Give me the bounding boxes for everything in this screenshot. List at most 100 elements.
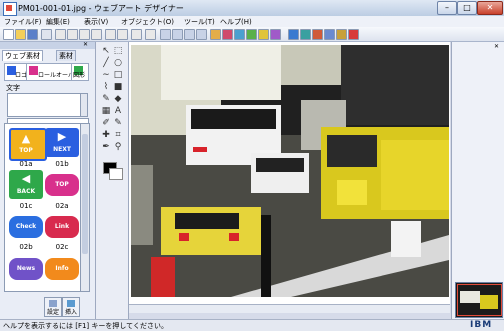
gallery-item-01c[interactable]: ◀ BACK	[9, 170, 43, 199]
view-mode-4-icon[interactable]	[196, 29, 207, 40]
image-effect-1-icon[interactable]	[210, 29, 221, 40]
text-tool-icon[interactable]: A	[113, 106, 123, 116]
subtab-logo[interactable]: ロゴ	[4, 63, 27, 81]
scroll-thumb[interactable]	[82, 134, 88, 254]
arrow-left-icon: ◀	[21, 172, 31, 185]
minimize-button[interactable]: –	[437, 1, 457, 15]
ibm-logo: IBM	[470, 320, 493, 330]
insert-icon	[67, 300, 75, 307]
background-color-swatch[interactable]	[109, 168, 123, 180]
web-export-1-icon[interactable]	[288, 29, 299, 40]
gallery-item-news[interactable]: News	[9, 258, 43, 280]
app-icon	[3, 2, 17, 16]
tab-material[interactable]: 素材	[56, 50, 76, 61]
gallery-label: 01a	[19, 160, 33, 168]
curve-icon[interactable]: ∼	[101, 70, 111, 80]
navigator-viewport[interactable]	[457, 284, 502, 316]
tab-web-material[interactable]: ウェブ素材	[2, 50, 43, 61]
arrow-right-icon: ▶	[57, 130, 67, 143]
web-export-3-icon[interactable]	[312, 29, 323, 40]
gallery-item-02b[interactable]: Check	[9, 216, 43, 238]
gallery-label: 01b	[55, 160, 69, 168]
canvas-image[interactable]	[131, 45, 449, 297]
image-effect-2-icon[interactable]	[222, 29, 233, 40]
grid-icon[interactable]	[145, 29, 156, 40]
insert-button[interactable]: 挿入	[62, 297, 80, 317]
tool-palette: ↖ ⬚ ╱ ○ ∼ □ ⌇ ■ ✎ ◆ ▦ A ✐ ✎ ✚ ⌗ ✒ ⚲	[96, 42, 129, 319]
polygon-icon[interactable]: ◆	[113, 94, 123, 104]
web-export-6-icon[interactable]	[348, 29, 359, 40]
maximize-button[interactable]: □	[457, 1, 477, 15]
image-effect-6-icon[interactable]	[270, 29, 281, 40]
panel-titlebar: ✕	[0, 41, 95, 49]
select-arrow-icon[interactable]: ↖	[101, 46, 111, 56]
pen-icon[interactable]: ✎	[101, 94, 111, 104]
stamp-icon[interactable]: ✚	[101, 130, 111, 140]
gallery-label: 02c	[55, 243, 69, 251]
copy-icon[interactable]	[67, 29, 78, 40]
gallery-item-02c[interactable]: Link	[45, 216, 79, 238]
cut-icon[interactable]	[55, 29, 66, 40]
web-export-5-icon[interactable]	[336, 29, 347, 40]
navigator-panel: ✕	[451, 42, 504, 319]
zoom-tool-icon[interactable]: ⚲	[113, 142, 123, 152]
navigator-close-icon[interactable]: ✕	[494, 43, 499, 50]
image-effect-5-icon[interactable]	[258, 29, 269, 40]
rectangle-icon[interactable]: □	[113, 70, 123, 80]
subtab-shape[interactable]: 図形	[71, 63, 89, 81]
image-effect-4-icon[interactable]	[246, 29, 257, 40]
eyedropper-icon[interactable]: ✒	[101, 142, 111, 152]
material-gallery: ▲ TOP 01a ▶ NEXT 01b ◀ BACK 01c TOP 02a …	[4, 123, 81, 292]
crop-icon[interactable]: ⌗	[113, 130, 123, 140]
lasso-icon[interactable]: ⬚	[113, 46, 123, 56]
window-title: PM01-001-01.jpg - ウェブアート デザイナー	[18, 4, 184, 13]
open-folder-icon[interactable]	[15, 29, 26, 40]
filled-rect-icon[interactable]: ■	[113, 82, 123, 92]
menu-object[interactable]: オブジェクト(O)	[121, 17, 174, 27]
settings-button[interactable]: 設定	[44, 297, 62, 317]
image-effect-3-icon[interactable]	[234, 29, 245, 40]
settings-icon	[49, 300, 57, 307]
view-mode-2-icon[interactable]	[172, 29, 183, 40]
gallery-item-01b[interactable]: ▶ NEXT	[45, 128, 79, 157]
line-icon[interactable]: ╱	[101, 58, 111, 68]
gallery-item-01a[interactable]: ▲ TOP	[9, 128, 47, 161]
gallery-label: 02b	[19, 243, 33, 251]
ellipse-icon[interactable]: ○	[113, 58, 123, 68]
canvas-horizontal-scrollbar[interactable]	[129, 304, 450, 313]
paste-special-icon[interactable]	[91, 29, 102, 40]
menu-view[interactable]: 表示(V)	[84, 17, 108, 27]
new-file-icon[interactable]	[3, 29, 14, 40]
menu-edit[interactable]: 編集(E)	[46, 17, 70, 27]
gallery-scrollbar[interactable]	[80, 123, 90, 292]
close-button[interactable]: ✕	[477, 1, 503, 15]
print-icon[interactable]	[41, 29, 52, 40]
eraser-icon[interactable]: ▦	[101, 106, 111, 116]
panel-close-icon[interactable]: ✕	[83, 41, 88, 48]
menu-tools[interactable]: ツール(T)	[184, 17, 215, 27]
undo-icon[interactable]	[105, 29, 116, 40]
zoom-icon[interactable]	[131, 29, 142, 40]
view-mode-3-icon[interactable]	[184, 29, 195, 40]
subtab-rollover[interactable]: ロールオーバー	[26, 63, 80, 81]
status-bar: ヘルプを表示するには [F1] キーを押してください。 IBM	[0, 319, 504, 331]
brush-icon[interactable]: ✐	[101, 118, 111, 128]
gallery-label: 02a	[55, 202, 69, 210]
text-input-scrollbar[interactable]	[80, 93, 88, 117]
menu-help[interactable]: ヘルプ(H)	[220, 17, 252, 27]
view-mode-1-icon[interactable]	[160, 29, 171, 40]
text-field-label: 文字	[6, 84, 20, 92]
street-photo	[131, 45, 449, 297]
redo-icon[interactable]	[117, 29, 128, 40]
gallery-item-info[interactable]: Info	[45, 258, 79, 280]
airbrush-icon[interactable]: ✎	[113, 118, 123, 128]
navigator-thumbnail[interactable]	[455, 282, 503, 318]
polyline-icon[interactable]: ⌇	[101, 82, 111, 92]
save-icon[interactable]	[27, 29, 38, 40]
text-input[interactable]	[7, 93, 82, 117]
menu-file[interactable]: ファイル(F)	[4, 17, 42, 27]
paste-icon[interactable]	[79, 29, 90, 40]
web-export-4-icon[interactable]	[324, 29, 335, 40]
web-export-2-icon[interactable]	[300, 29, 311, 40]
gallery-item-02a[interactable]: TOP	[45, 174, 79, 196]
